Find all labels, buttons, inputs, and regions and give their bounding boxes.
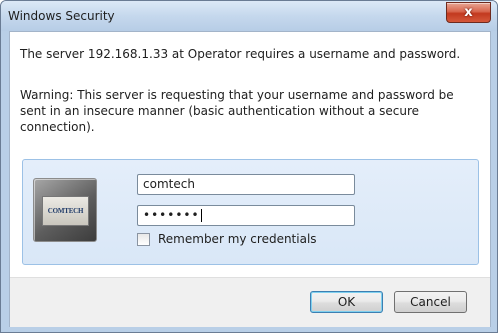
username-field[interactable]: comtech xyxy=(137,174,355,195)
close-button[interactable]: x xyxy=(446,2,491,23)
logo-text: COMTECH xyxy=(47,207,84,215)
windows-security-dialog: Windows Security x The server 192.168.1.… xyxy=(0,0,498,333)
button-footer: OK Cancel xyxy=(10,277,490,327)
ok-button[interactable]: OK xyxy=(310,291,383,313)
close-icon: x xyxy=(464,5,473,20)
password-field[interactable]: ••••••• xyxy=(137,205,355,226)
text-caret xyxy=(200,209,202,222)
credential-tile-panel: COMTECH comtech ••••••• Remember my cred… xyxy=(22,159,479,265)
user-tile-avatar: COMTECH xyxy=(33,178,97,242)
cancel-button[interactable]: Cancel xyxy=(394,291,467,313)
remember-checkbox[interactable] xyxy=(137,232,150,246)
password-mask: ••••••• xyxy=(143,208,200,222)
dialog-body: The server 192.168.1.33 at Operator requ… xyxy=(9,31,491,327)
remember-label: Remember my credentials xyxy=(158,232,317,246)
insecure-warning: Warning: This server is requesting that … xyxy=(20,88,454,134)
server-message: The server 192.168.1.33 at Operator requ… xyxy=(20,47,461,61)
window-title: Windows Security xyxy=(8,9,115,23)
title-bar[interactable]: Windows Security x xyxy=(1,1,497,31)
comtech-logo: COMTECH xyxy=(42,196,89,226)
remember-credentials-row[interactable]: Remember my credentials xyxy=(137,232,317,246)
